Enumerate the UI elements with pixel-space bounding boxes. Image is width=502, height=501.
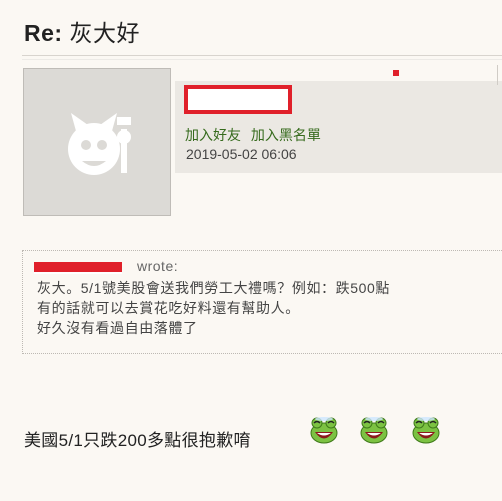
- laughing-frog-emoji-icon: [412, 417, 440, 444]
- divider: [22, 59, 502, 60]
- redacted-quote-author: [34, 262, 122, 274]
- post-title-text: 灰大好: [69, 20, 140, 46]
- add-friend-link[interactable]: 加入好友: [185, 127, 241, 143]
- post-title: Re: 灰大好: [24, 14, 140, 48]
- avatar[interactable]: [23, 68, 171, 216]
- post-timestamp: 2019-05-02 06:06: [186, 146, 297, 162]
- laughing-frog-emoji-icon: [360, 417, 388, 444]
- add-blacklist-link[interactable]: 加入黑名單: [251, 127, 321, 143]
- laughing-frog-emoji-icon: [310, 417, 338, 444]
- quote-wrote-label: wrote:: [137, 258, 179, 274]
- divider: [497, 65, 498, 85]
- redaction-mark: [393, 70, 399, 76]
- quote-body: 灰大。5/1號美股會送我們勞工大禮嗎？例如：跌500點 有的話就可以去賞花吃好料…: [37, 278, 390, 338]
- redacted-username: [184, 85, 292, 114]
- quote-line: 灰大。5/1號美股會送我們勞工大禮嗎？例如：跌500點: [37, 280, 391, 296]
- default-avatar-icon: [68, 113, 131, 175]
- divider: [22, 55, 502, 56]
- post-title-prefix: Re:: [24, 20, 63, 46]
- user-actions: 加入好友 加入黑名單: [185, 125, 327, 145]
- quote-line: 好久沒有看過自由落體了: [37, 320, 198, 336]
- reply-text: 美國5/1只跌200多點很抱歉唷: [24, 431, 251, 450]
- quote-line: 有的話就可以去賞花吃好料還有幫助人。: [37, 300, 300, 316]
